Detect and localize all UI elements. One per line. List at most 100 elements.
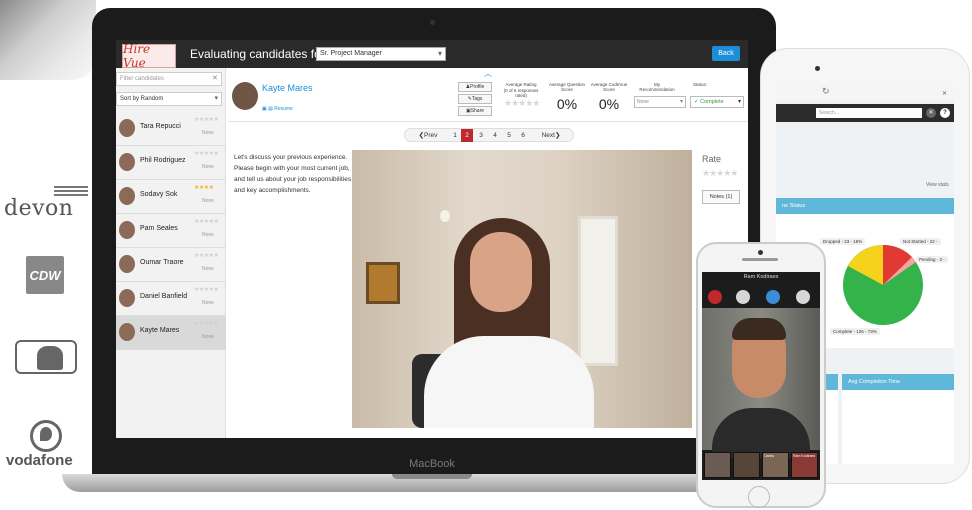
- view-stats-link[interactable]: View stats: [926, 182, 949, 188]
- notes-button[interactable]: Notes (1): [702, 190, 740, 204]
- participant-thumb[interactable]: [704, 452, 731, 478]
- candidate-item[interactable]: Tara Repucci ★★★★★ None: [116, 112, 226, 146]
- participant-thumb[interactable]: Ram Kodiraes: [791, 452, 818, 478]
- phone-video[interactable]: [702, 308, 820, 458]
- clear-filter-icon[interactable]: ✕: [212, 74, 218, 82]
- avatar: [119, 323, 135, 341]
- page-4[interactable]: 4: [489, 129, 501, 142]
- mute-icon[interactable]: [736, 290, 750, 304]
- recommendation: None: [202, 232, 214, 238]
- share-button[interactable]: ▣Share: [458, 106, 492, 116]
- resume-link[interactable]: ▣ ▤ Resume: [262, 106, 293, 112]
- filter-candidates-input[interactable]: Filter candidates: [116, 72, 222, 86]
- participant-thumb[interactable]: Carlos: [762, 452, 789, 478]
- evaluating-label: Evaluating candidates for:: [190, 47, 329, 61]
- back-button[interactable]: Back: [712, 46, 740, 61]
- vodafone-icon: [30, 420, 62, 452]
- vodafone-logo: vodafone: [6, 452, 73, 469]
- candidate-item[interactable]: Daniel Banfield ★★★★★ None: [116, 282, 226, 316]
- rating-stars: ★★★★: [194, 185, 214, 191]
- candidate-item[interactable]: Pam Seales ★★★★★ None: [116, 214, 226, 248]
- tablet-url-bar: ↻ ✕: [776, 84, 954, 100]
- pie-label-pending: Pending - 3 -: [916, 256, 948, 263]
- avatar: [119, 255, 135, 273]
- phone-home-button[interactable]: [748, 486, 770, 508]
- laptop-camera: [430, 20, 435, 25]
- status-panel-title: ne Status: [776, 198, 954, 214]
- avg-time-title: Avg Completion Time: [842, 374, 954, 390]
- next-button[interactable]: Next❯: [539, 129, 563, 142]
- page-1[interactable]: 1: [449, 129, 461, 142]
- avg-codevue-value: 0%: [598, 96, 620, 112]
- tablet-navbar: Search... ✕ ?: [776, 104, 954, 122]
- devon-logo: devon: [4, 196, 74, 221]
- status-select[interactable]: ✓ Complete: [690, 96, 744, 108]
- tags-button[interactable]: ✎Tags: [458, 94, 492, 104]
- close-icon[interactable]: ✕: [942, 90, 947, 97]
- mlb-logo: [15, 340, 77, 374]
- switch-camera-icon[interactable]: [796, 290, 810, 304]
- candidate-name: Daniel Banfield: [140, 293, 188, 300]
- candidate-name: Kayte Mares: [140, 327, 180, 334]
- candidate-item[interactable]: Phil Rodriguez ★★★★★ None: [116, 146, 226, 180]
- avg-rating-label: Average Rating: [505, 82, 537, 87]
- candidate-avatar: [232, 82, 258, 110]
- sort-select[interactable]: Sort by Random: [116, 92, 222, 106]
- prev-button[interactable]: ❮Prev: [417, 129, 439, 142]
- recommendation: None: [202, 266, 214, 272]
- tablet-camera: [815, 66, 820, 71]
- recommendation: None: [202, 300, 214, 306]
- chevron-up-icon[interactable]: ︿: [484, 68, 492, 79]
- rating-stars: ★★★★★: [194, 151, 219, 157]
- rate-stars[interactable]: ★★★★★: [702, 168, 738, 179]
- phone-camera: [758, 250, 763, 255]
- candidate-item[interactable]: Oumar Traore ★★★★★ None: [116, 248, 226, 282]
- rating-stars: ★★★★★: [194, 117, 219, 123]
- avatar: [119, 221, 135, 239]
- avg-codevue-label: Average CodeVue Score: [590, 82, 628, 92]
- camera-icon[interactable]: [766, 290, 780, 304]
- end-call-icon[interactable]: [708, 290, 722, 304]
- candidate-video[interactable]: [352, 150, 692, 428]
- laptop-screen: Hire Vue Evaluating candidates for: Sr. …: [116, 40, 748, 438]
- page-5[interactable]: 5: [503, 129, 515, 142]
- phone-speaker: [742, 258, 778, 261]
- candidate-item[interactable]: Sodavy Sok ★★★★ None: [116, 180, 226, 214]
- page-6[interactable]: 6: [517, 129, 529, 142]
- candidate-name: Oumar Traore: [140, 259, 184, 266]
- page-3[interactable]: 3: [475, 129, 487, 142]
- recommendation: None: [202, 130, 214, 136]
- candidate-name: Phil Rodriguez: [140, 157, 186, 164]
- reload-icon[interactable]: ↻: [822, 86, 830, 97]
- rating-stars: ★★★★★: [194, 253, 219, 259]
- avatar: [119, 187, 135, 205]
- participant-thumb[interactable]: [733, 452, 760, 478]
- position-select[interactable]: Sr. Project Manager: [316, 47, 446, 61]
- status-pie-chart: [843, 244, 923, 325]
- avatar: [119, 289, 135, 307]
- search-input[interactable]: Search...: [816, 108, 922, 118]
- avatar: [119, 153, 135, 171]
- rating-stars: ★★★★★: [194, 321, 219, 327]
- pie-label-dropped: Dropped - 23 - 15%: [820, 238, 866, 245]
- help-icon[interactable]: ?: [940, 108, 950, 118]
- interview-question: Let's discuss your previous experience. …: [234, 154, 352, 194]
- candidate-name: Pam Seales: [140, 225, 178, 232]
- rating-stars: ★★★★★: [194, 219, 219, 225]
- candidate-sidebar: Filter candidates ✕ Sort by Random Tara …: [116, 68, 226, 438]
- close-icon[interactable]: ✕: [926, 108, 936, 118]
- avatar: [119, 119, 135, 137]
- avg-question-label: Average Question Score: [549, 82, 585, 92]
- recommendation-select[interactable]: None: [634, 96, 686, 108]
- candidate-header: ︿ Kayte Mares ▣ ▤ Resume ♟Profile ✎Tags …: [228, 68, 748, 122]
- avg-rating-sub: (0 of 6 responses rated): [503, 88, 539, 98]
- rating-stars: ★★★★★: [194, 287, 219, 293]
- avg-time-panel: Avg Completion Time: [842, 374, 954, 464]
- candidate-name-link[interactable]: Kayte Mares: [262, 83, 313, 93]
- avg-question-value: 0%: [556, 96, 578, 112]
- recommendation: None: [202, 164, 214, 170]
- page-2-current[interactable]: 2: [461, 129, 473, 142]
- rate-label: Rate: [702, 154, 722, 164]
- profile-button[interactable]: ♟Profile: [458, 82, 492, 92]
- candidate-item-selected[interactable]: Kayte Mares ★★★★★ None: [116, 316, 226, 350]
